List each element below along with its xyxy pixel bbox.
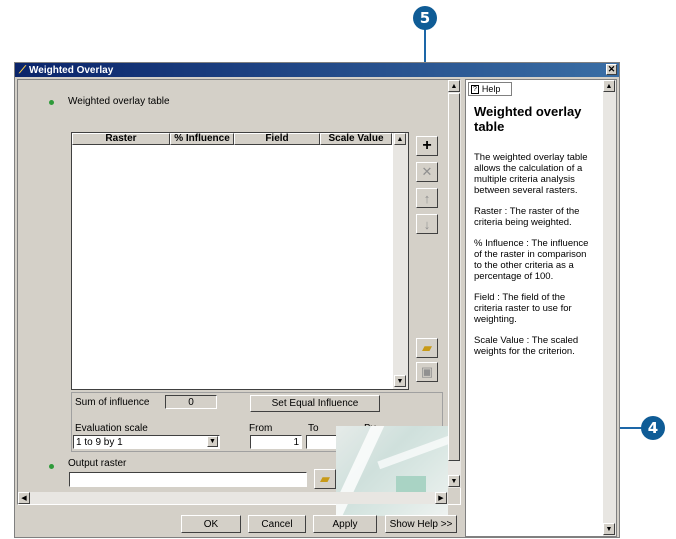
browse-output-button[interactable]: ▰ [314,469,336,489]
panel-scroll-left[interactable]: ◀ [18,492,30,504]
cancel-button[interactable]: Cancel [248,515,306,533]
add-icon: + [422,137,432,154]
help-scroll-down[interactable]: ▼ [603,523,615,535]
required-bullet-output [49,464,54,469]
table-scroll-down[interactable]: ▼ [394,375,406,387]
column-raster[interactable]: Raster [72,133,170,145]
evaluation-scale-select[interactable]: 1 to 9 by 1 ▼ [73,435,220,449]
table-scroll-up[interactable]: ▲ [394,133,406,145]
callout-5: 5 [413,6,437,30]
help-scrollbar[interactable]: ▲ ▼ [603,80,616,536]
apply-button[interactable]: Apply [313,515,377,533]
help-scroll-up[interactable]: ▲ [603,80,615,92]
panel-scrollbar[interactable]: ▲ ▼ [448,80,461,488]
close-button[interactable]: ✕ [606,64,617,75]
remove-raster-button[interactable]: ✕ [416,162,438,182]
browse-folder-icon: ▰ [320,471,330,486]
move-up-icon: ↑ [423,190,431,206]
panel-scroll-thumb[interactable] [448,93,460,461]
panel-scroll-right[interactable]: ▶ [435,492,447,504]
help-tab[interactable]: ? Help [468,82,512,96]
arrow-down-icon: ▼ [605,525,613,533]
help-book-icon: ? [471,84,479,94]
move-up-button[interactable]: ↑ [416,188,438,208]
weighted-overlay-dialog: ⟋ Weighted Overlay ✕ Weighted overlay ta… [14,62,620,538]
show-help-button[interactable]: Show Help >> [385,515,457,533]
move-down-button[interactable]: ↓ [416,214,438,234]
table-header: Raster % Influence Field Scale Value [72,133,392,145]
save-icon: ▣ [420,364,434,379]
to-label: To [308,423,319,434]
arrow-left-icon: ◀ [21,495,27,502]
arrow-down-icon: ▼ [396,377,404,385]
panel-scroll-up[interactable]: ▲ [448,80,460,92]
arrow-down-icon: ▼ [450,477,458,485]
move-down-icon: ↓ [423,216,431,232]
add-raster-button[interactable]: + [416,136,438,156]
help-paragraph: Field : The field of the criteria raster… [474,292,572,325]
map-road [377,430,448,470]
remove-icon: ✕ [421,164,433,179]
table-section-label: Weighted overlay table [68,96,170,107]
column-scale-value[interactable]: Scale Value [320,133,392,145]
from-field[interactable]: 1 [250,435,302,449]
open-folder-icon: ▰ [422,340,432,355]
arrow-up-icon: ▲ [450,82,458,90]
open-table-button[interactable]: ▰ [416,338,438,358]
column-influence[interactable]: % Influence [170,133,234,145]
weighted-overlay-table[interactable]: Raster % Influence Field Scale Value ▲ ▼ [71,132,409,390]
title-bar: ⟋ Weighted Overlay ✕ [15,63,619,77]
chevron-down-icon[interactable]: ▼ [207,436,218,447]
required-bullet [49,100,54,105]
help-paragraph: The weighted overlay table allows the ca… [474,152,588,196]
sum-of-influence-label: Sum of influence [75,397,150,408]
weighted-overlay-icon: ⟋ [19,64,26,76]
window-title: Weighted Overlay [29,64,114,76]
main-panel: Weighted overlay table Raster % Influenc… [17,79,461,516]
save-table-button[interactable]: ▣ [416,362,438,382]
column-field[interactable]: Field [234,133,320,145]
close-icon: ✕ [607,64,616,74]
arrow-up-icon: ▲ [605,82,613,90]
arrow-up-icon: ▲ [396,135,404,143]
panel-scroll-down[interactable]: ▼ [448,475,460,487]
output-raster-label: Output raster [68,458,127,469]
help-paragraph: Scale Value : The scaled weights for the… [474,335,579,357]
help-tab-label: Help [481,84,501,94]
set-equal-influence-button[interactable]: Set Equal Influence [250,395,380,412]
table-scrollbar[interactable]: ▲ ▼ [393,133,408,389]
arrow-right-icon: ▶ [438,495,444,502]
sum-of-influence-value: 0 [165,395,217,409]
evaluation-scale-label: Evaluation scale [75,423,148,434]
panel-hscrollbar[interactable]: ◀ ▶ [18,492,448,504]
output-raster-field[interactable] [69,472,307,487]
from-label: From [249,423,273,434]
callout-4: 4 [641,416,665,440]
ok-button[interactable]: OK [181,515,241,533]
help-paragraph: % Influence : The influence of the raste… [474,238,589,282]
help-panel: ? Help Weighted overlay table The weight… [465,79,617,537]
evaluation-scale-value: 1 to 9 by 1 [76,436,123,448]
help-body: The weighted overlay table allows the ca… [474,152,594,367]
help-paragraph: Raster : The raster of the criteria bein… [474,206,580,228]
help-title: Weighted overlay table [474,104,582,134]
